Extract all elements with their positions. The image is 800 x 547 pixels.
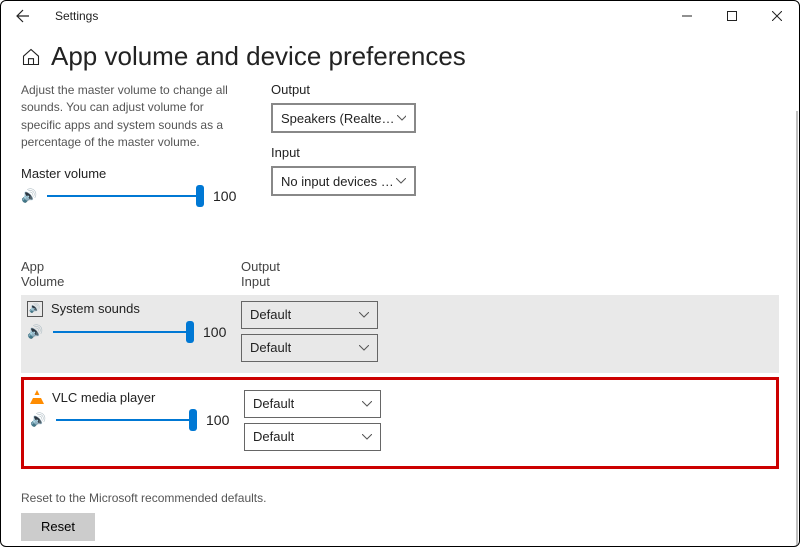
window-title: Settings: [55, 9, 98, 23]
speaker-icon[interactable]: [27, 323, 43, 341]
system-sounds-icon: 🔊: [27, 301, 43, 317]
scrollbar[interactable]: [796, 111, 798, 545]
app-row-system: 🔊 System sounds 100 Default: [21, 295, 779, 373]
input-label: Input: [271, 145, 416, 160]
master-volume-label: Master volume: [21, 166, 241, 181]
chevron-down-icon: [397, 115, 406, 121]
arrow-left-icon: [15, 8, 31, 24]
reset-description: Reset to the Microsoft recommended defau…: [21, 491, 779, 505]
reset-button[interactable]: Reset: [21, 513, 95, 541]
chevron-down-icon: [362, 401, 372, 407]
system-input-select[interactable]: Default: [241, 334, 378, 362]
minimize-button[interactable]: [664, 1, 709, 31]
column-header-app: App Volume: [21, 259, 241, 289]
output-label: Output: [271, 82, 416, 97]
minimize-icon: [682, 11, 692, 21]
chevron-down-icon: [362, 434, 372, 440]
system-output-select[interactable]: Default: [241, 301, 378, 329]
system-volume-value: 100: [203, 324, 231, 340]
system-volume-slider[interactable]: [53, 324, 193, 340]
back-button[interactable]: [1, 1, 45, 31]
output-select-value: Speakers (Realtek Hi...: [281, 111, 397, 126]
vlc-output-select[interactable]: Default: [244, 390, 381, 418]
master-volume-value: 100: [213, 188, 241, 204]
output-select[interactable]: Speakers (Realtek Hi...: [271, 103, 416, 133]
speaker-icon[interactable]: [21, 187, 37, 205]
vlc-volume-value: 100: [206, 412, 234, 428]
vlc-input-select[interactable]: Default: [244, 423, 381, 451]
master-volume-slider[interactable]: [47, 188, 203, 204]
app-name: System sounds: [51, 301, 140, 316]
maximize-button[interactable]: [709, 1, 754, 31]
vlc-volume-slider[interactable]: [56, 412, 196, 428]
maximize-icon: [727, 11, 737, 21]
input-select[interactable]: No input devices fo...: [271, 166, 416, 196]
vlc-icon: [30, 390, 44, 404]
app-name: VLC media player: [52, 390, 155, 405]
input-select-value: No input devices fo...: [281, 174, 396, 189]
close-icon: [772, 11, 782, 21]
app-row-vlc: VLC media player 100 Default: [24, 384, 776, 462]
chevron-down-icon: [396, 178, 406, 184]
window-frame: Settings App volume and device preferenc…: [0, 0, 800, 547]
page-description: Adjust the master volume to change all s…: [21, 82, 241, 152]
chevron-down-icon: [359, 345, 369, 351]
speaker-icon[interactable]: [30, 411, 46, 429]
highlight-box: VLC media player 100 Default: [21, 377, 779, 469]
close-button[interactable]: [754, 1, 799, 31]
chevron-down-icon: [359, 312, 369, 318]
page-title: App volume and device preferences: [51, 41, 466, 72]
home-icon[interactable]: [21, 47, 41, 67]
titlebar: Settings: [1, 1, 799, 31]
column-header-device: Output Input: [241, 259, 280, 289]
